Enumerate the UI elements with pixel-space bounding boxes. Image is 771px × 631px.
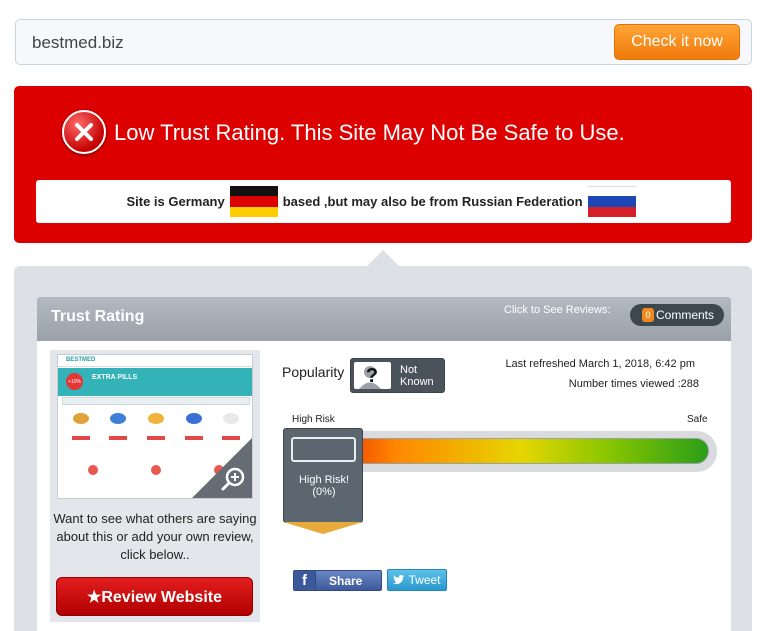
- meter-safe-label: Safe: [687, 414, 708, 425]
- alert-title: Low Trust Rating. This Site May Not Be S…: [114, 120, 625, 145]
- review-website-button[interactable]: ★Review Website: [56, 577, 253, 616]
- panel-pointer: [366, 250, 400, 267]
- low-trust-alert: Low Trust Rating. This Site May Not Be S…: [14, 86, 752, 243]
- thumb-product: [66, 413, 96, 449]
- russia-flag-icon: [587, 185, 636, 218]
- marker-percent: (0%): [312, 486, 336, 498]
- zoom-icon[interactable]: [220, 466, 246, 492]
- thumb-banner-text: EXTRA PILLS: [92, 374, 138, 381]
- facebook-share-button[interactable]: f Share: [293, 570, 382, 591]
- thumb-product: [141, 413, 171, 449]
- comments-label: Comments: [656, 308, 715, 322]
- thumb-topbar: BESTMED: [58, 355, 252, 367]
- site-origin: Site is Germany based ,but may also be f…: [36, 180, 731, 223]
- search-input[interactable]: [32, 32, 592, 54]
- trust-rating-header: Trust Rating Click to See Reviews: 0 Com…: [37, 297, 731, 341]
- thumb-search-bar: [62, 397, 250, 405]
- search-bar: Check it now: [15, 19, 752, 65]
- facebook-icon: f: [294, 571, 316, 590]
- marker-window: [291, 437, 356, 462]
- last-refreshed: Last refreshed March 1, 2018, 6:42 pm: [505, 358, 695, 370]
- close-circle-icon: [62, 110, 106, 154]
- popularity-badge: ? Not Known: [350, 358, 445, 393]
- popularity-label: Popularity: [282, 364, 345, 380]
- site-screenshot-thumbnail[interactable]: BESTMED +10% EXTRA PILLS: [57, 354, 253, 499]
- svg-text:?: ?: [366, 365, 378, 387]
- twitter-bird-icon: [393, 575, 405, 585]
- share-label: Share: [329, 573, 363, 588]
- unknown-user-icon: ?: [354, 362, 391, 389]
- marker-label: High Risk! (0%): [284, 474, 364, 498]
- thumb-product: [103, 413, 133, 449]
- thumb-info-dot: [150, 465, 161, 475]
- review-column: BESTMED +10% EXTRA PILLS Want to see wha…: [50, 350, 260, 622]
- click-to-see-reviews: Click to See Reviews:: [504, 304, 611, 316]
- thumb-info-dot: [88, 465, 99, 475]
- origin-prefix: Site is Germany: [126, 194, 225, 209]
- review-prompt: Want to see what others are saying about…: [53, 511, 257, 562]
- tweet-button[interactable]: Tweet: [387, 569, 447, 591]
- thumb-banner: +10% EXTRA PILLS: [58, 368, 252, 396]
- germany-flag-icon: [229, 185, 278, 218]
- comment-count-badge: 0: [642, 308, 654, 322]
- marker-tip: [283, 522, 363, 534]
- check-it-now-button[interactable]: Check it now: [614, 24, 740, 60]
- thumb-logo: BESTMED: [66, 357, 96, 363]
- thumb-discount-circle: +10%: [66, 373, 83, 390]
- meter-high-risk-label: High Risk: [292, 414, 335, 425]
- origin-middle: based ,but may also be from Russian Fede…: [282, 194, 583, 209]
- trust-rating-title: Trust Rating: [51, 308, 145, 325]
- marker-body: High Risk! (0%): [283, 428, 363, 523]
- popularity-value: Not Known: [400, 364, 434, 388]
- tweet-label: Tweet: [408, 573, 441, 587]
- comments-button[interactable]: 0 Comments: [630, 304, 724, 326]
- times-viewed: Number times viewed :288: [568, 378, 699, 390]
- marker-risk-text: High Risk!: [298, 474, 350, 486]
- risk-meter-marker: High Risk! (0%): [283, 428, 363, 538]
